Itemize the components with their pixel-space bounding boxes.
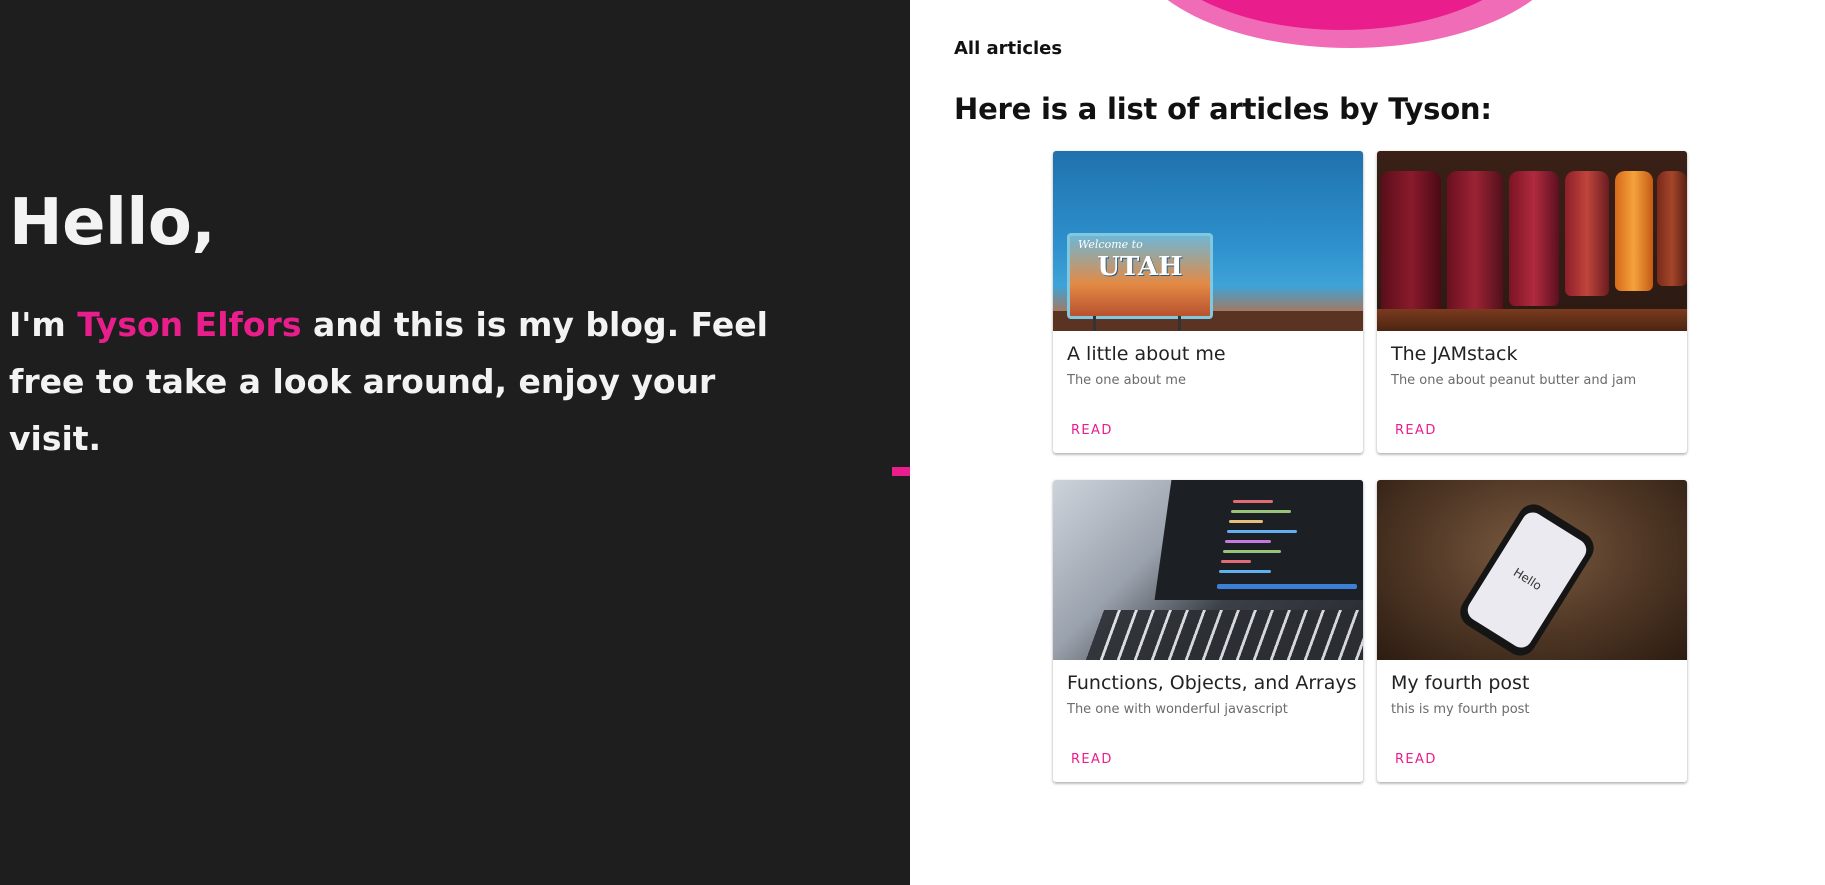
code-line [1227,530,1297,533]
article-grid: Welcome to UTAH A little about me The on… [1053,151,1687,782]
jar [1657,171,1687,286]
phone-screen-text: Hello [1510,565,1545,594]
article-card[interactable]: Functions, Objects, and Arrays The one w… [1053,480,1363,782]
jar [1447,171,1503,316]
card-subtitle: The one with wonderful javascript [1067,702,1288,717]
sign-small-text: Welcome to [1078,238,1143,251]
intro-prefix: I'm [9,305,78,344]
articles-heading: Here is a list of articles by Tyson: [954,92,1492,126]
article-card[interactable]: The JAMstack The one about peanut butter… [1377,151,1687,453]
card-title: The JAMstack [1391,343,1518,365]
card-subtitle: The one about peanut butter and jam [1391,373,1637,388]
jar [1381,171,1441,321]
card-title: My fourth post [1391,672,1530,694]
card-title: A little about me [1067,343,1226,365]
hero-title: Hello, [9,186,216,260]
code-line [1225,540,1271,543]
utah-sign-image: Welcome to UTAH [1053,151,1363,331]
shelf [1377,309,1687,331]
jar [1615,171,1653,291]
code-line [1231,510,1291,513]
card-subtitle: this is my fourth post [1391,702,1530,717]
code-line [1229,520,1263,523]
code-line [1223,550,1281,553]
keyboard [1082,610,1363,660]
read-button[interactable]: READ [1059,417,1125,444]
author-name: Tyson Elfors [77,305,302,344]
hero-intro: I'm Tyson Elfors and this is my blog. Fe… [9,296,789,467]
read-button[interactable]: READ [1383,746,1449,773]
articles-panel: All articles Here is a list of articles … [910,0,1825,885]
phone-hello-image: Hello [1377,480,1687,660]
all-articles-link[interactable]: All articles [954,38,1062,59]
read-button[interactable]: READ [1383,417,1449,444]
laptop-code-image [1053,480,1363,660]
dock [1217,584,1357,589]
code-line [1221,560,1251,563]
phone-screen: Hello [1463,508,1591,652]
jam-jars-image [1377,151,1687,331]
article-card[interactable]: Welcome to UTAH A little about me The on… [1053,151,1363,453]
jar [1509,171,1559,306]
card-subtitle: The one about me [1067,373,1186,388]
utah-sign: Welcome to UTAH [1067,233,1213,319]
sign-post [1093,316,1096,331]
jar [1565,171,1609,296]
sign-post [1178,316,1181,331]
read-button[interactable]: READ [1059,746,1125,773]
sign-big-text: UTAH [1097,252,1183,282]
card-title: Functions, Objects, and Arrays [1067,672,1357,694]
phone: Hello [1454,498,1600,660]
code-line [1233,500,1273,503]
code-line [1219,570,1271,573]
hero-panel: Hello, I'm Tyson Elfors and this is my b… [0,0,910,885]
article-card[interactable]: Hello My fourth post this is my fourth p… [1377,480,1687,782]
